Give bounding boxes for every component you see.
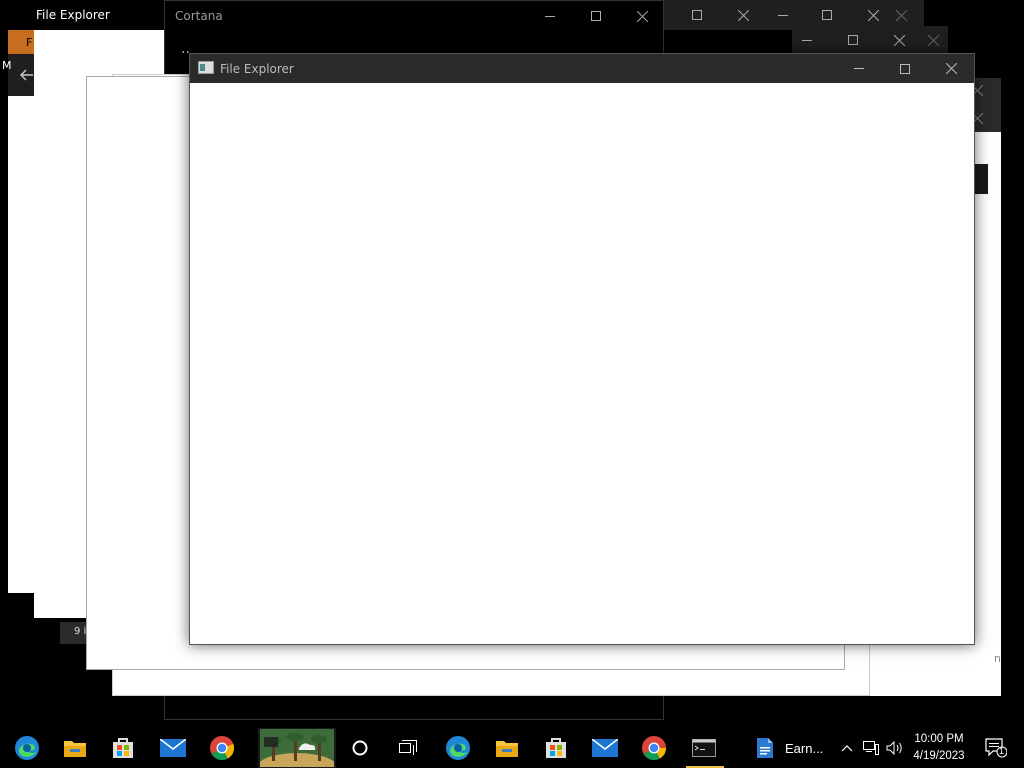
minimize-button[interactable] [836,54,882,83]
close-icon [945,63,957,74]
chrome-icon [642,736,666,761]
mail-icon [592,739,618,757]
file-explorer-icon [496,741,518,757]
minimize-icon [854,68,864,69]
chrome-icon [210,736,235,761]
minimize-icon [778,14,788,16]
mail-icon [160,739,186,757]
close-icon [867,9,879,21]
taskbar-file-explorer[interactable] [54,728,96,768]
network-icon [863,741,879,755]
close-button[interactable] [910,26,956,54]
titlebar[interactable]: File Explorer [34,0,164,30]
maximize-icon [848,35,858,45]
tray-network[interactable] [861,728,881,768]
status-text: 9 i [74,626,87,637]
taskbar-store[interactable] [102,728,144,768]
taskbar-chrome-2[interactable] [633,728,675,768]
taskbar-app-button[interactable]: Earn... [750,728,834,768]
close-icon [737,9,749,21]
notification-count: 1 [999,746,1005,756]
window-content[interactable] [190,83,974,644]
taskbar-task-view[interactable] [388,728,428,768]
taskbar-file-explorer-2[interactable] [486,728,528,768]
minimize-button[interactable] [527,1,573,31]
back-arrow-icon[interactable] [20,66,34,85]
taskbar-terminal[interactable] [682,728,726,768]
taskbar-edge-2[interactable] [437,728,479,768]
file-explorer-app-icon [198,60,214,77]
right-stub-text: n [994,652,1001,665]
terminal-icon [692,739,716,757]
maximize-icon [822,10,832,20]
taskbar-mail[interactable] [152,728,194,768]
weather-widget-icon [260,729,334,767]
tray-clock[interactable]: 10:00 PM 4/19/2023 [908,728,970,768]
minimize-button[interactable] [784,26,830,54]
menu-stub[interactable]: F [26,36,32,49]
close-icon [927,34,939,46]
edge-icon [15,736,39,760]
tray-volume[interactable] [884,728,906,768]
minimize-icon [545,15,555,17]
maximize-button[interactable] [674,0,720,30]
clock-date: 4/19/2023 [913,750,965,762]
taskbar-mail-2[interactable] [584,728,626,768]
window-title: File Explorer [220,61,294,76]
maximize-icon [692,10,702,20]
task-view-icon [399,740,417,755]
volume-icon [886,741,902,755]
store-icon [113,738,133,758]
taskbar-edge[interactable] [6,728,48,768]
action-center-button[interactable]: 1 [978,728,1014,768]
tray-overflow-button[interactable] [838,728,856,768]
clock-time: 10:00 PM [914,733,964,745]
minimize-icon [802,39,812,41]
window-title: File Explorer [36,8,110,22]
cortana-icon [352,740,368,756]
close-icon [895,9,907,21]
maximize-button[interactable] [573,1,619,31]
document-icon [757,738,773,758]
taskbar: Earn... 10:00 PM 4/19/2023 1 [0,728,1024,768]
close-icon [893,34,905,46]
maximize-button[interactable] [830,26,876,54]
close-button[interactable] [619,1,665,31]
taskbar-store-2[interactable] [535,728,577,768]
window-title: Cortana [175,9,223,23]
side-letter: M [2,59,12,72]
app-button-label: Earn... [785,740,824,756]
chevron-up-icon [841,744,853,751]
taskbar-chrome[interactable] [201,728,243,768]
maximize-icon [591,11,601,21]
taskbar-cortana[interactable] [340,728,380,768]
window-stack-right-2[interactable] [792,26,948,54]
taskbar-weather-widget[interactable] [258,728,336,768]
edge-icon [446,736,470,760]
close-icon [636,10,648,22]
window-file-explorer-front[interactable]: File Explorer [189,53,975,645]
store-icon [546,738,566,758]
file-explorer-icon [64,741,86,757]
maximize-button[interactable] [882,54,928,83]
maximize-icon [900,63,910,74]
close-button[interactable] [928,54,974,83]
